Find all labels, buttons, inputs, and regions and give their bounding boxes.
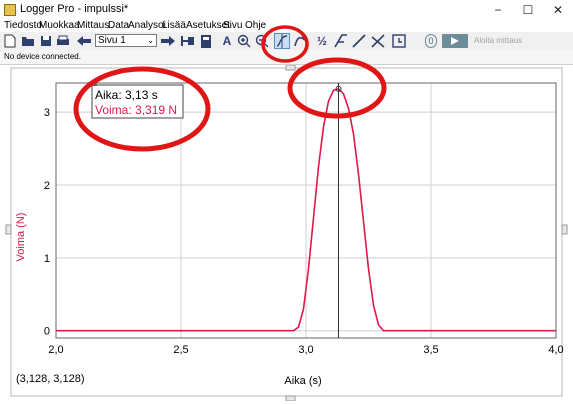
status-text: No device connected. (4, 52, 81, 61)
menu-data[interactable]: Data (108, 20, 129, 32)
left-resize-handle[interactable] (5, 224, 12, 235)
title-bar: Logger Pro - impulssi* − ☐ ✕ (0, 0, 573, 20)
fraction-tool-icon[interactable]: ½ (314, 33, 330, 49)
tangent-icon[interactable] (292, 33, 308, 49)
calculator-icon[interactable] (198, 33, 214, 49)
curve-fit-icon[interactable] (370, 33, 386, 49)
menu-sivu[interactable]: Sivu (223, 20, 242, 32)
minimize-button[interactable]: − (483, 0, 513, 20)
integral-icon[interactable] (333, 33, 349, 49)
window-title: Logger Pro - impulssi* (20, 3, 129, 15)
close-button[interactable]: ✕ (543, 0, 573, 20)
graph-panel[interactable]: 2,0 2,5 3,0 3,5 4,0 0 1 2 3 Aika (s) Voima (N) (… (0, 64, 573, 402)
menu-ohje[interactable]: Ohje (245, 20, 266, 32)
open-folder-icon[interactable] (20, 33, 36, 49)
examine-box: Aika: 3,13 s Voima: 3,319 N (91, 81, 184, 119)
save-icon[interactable] (38, 33, 54, 49)
new-file-icon[interactable] (2, 33, 18, 49)
print-icon[interactable] (55, 33, 71, 49)
toolbar: Sivu 1 ⌄ A ½ 0 Aloita mittaus (0, 32, 573, 50)
menu-bar: Tiedosto Muokkaa Mittaus Data Analysoi L… (0, 20, 573, 32)
x-tick-label: 3,0 (298, 344, 313, 356)
x-tick-label: 4,0 (548, 344, 563, 356)
page-select-value: Sivu 1 (98, 35, 126, 46)
coordinate-readout: (3,128, 3,128) (16, 373, 85, 385)
menu-muokkaa[interactable]: Muokkaa (39, 20, 80, 32)
x-tick-label: 3,5 (423, 344, 438, 356)
x-tick-label: 2,0 (48, 344, 63, 356)
maximize-button[interactable]: ☐ (513, 0, 543, 20)
examine-time-label: Aika: 3,13 s (95, 88, 158, 102)
y-axis-label: Voima (N) (15, 213, 27, 262)
chevron-down-icon: ⌄ (147, 36, 154, 45)
collect-button[interactable] (442, 34, 468, 48)
autoscale-icon[interactable]: A (219, 33, 235, 49)
y-tick-label: 1 (44, 253, 50, 265)
menu-lisaa[interactable]: Lisää (162, 20, 186, 32)
examine-box-handle[interactable] (92, 81, 97, 86)
top-resize-handle[interactable] (285, 64, 296, 71)
linear-fit-icon[interactable] (351, 33, 367, 49)
force-time-graph[interactable]: 2,0 2,5 3,0 3,5 4,0 0 1 2 3 Aika (s) Voima (N) (… (0, 64, 573, 402)
menu-mittaus[interactable]: Mittaus (77, 20, 109, 32)
examine-force-label: Voima: 3,319 N (95, 103, 177, 117)
y-tick-label: 2 (44, 180, 50, 192)
menu-tiedosto[interactable]: Tiedosto (4, 20, 42, 32)
x-axis-label: Aika (s) (284, 375, 321, 387)
logger-pro-app-icon (4, 4, 16, 16)
bottom-resize-handle[interactable] (285, 395, 296, 402)
zero-button[interactable]: 0 (425, 34, 437, 48)
y-tick-label: 3 (44, 107, 50, 119)
page-select[interactable]: Sivu 1 ⌄ (95, 34, 157, 47)
menu-analysoi[interactable]: Analysoi (128, 20, 166, 32)
examine-icon[interactable] (274, 33, 290, 49)
forward-arrow-icon[interactable] (160, 33, 176, 49)
status-bar: No device connected. (0, 50, 573, 65)
back-arrow-icon[interactable] (76, 33, 92, 49)
clock-icon[interactable] (391, 33, 407, 49)
zoom-in-icon[interactable] (236, 33, 252, 49)
table-icon[interactable] (180, 33, 196, 49)
right-resize-handle[interactable] (561, 224, 568, 235)
collect-label: Aloita mittaus (474, 36, 523, 45)
x-tick-label: 2,5 (173, 344, 188, 356)
y-tick-label: 0 (44, 326, 50, 338)
zoom-out-icon[interactable] (254, 33, 270, 49)
